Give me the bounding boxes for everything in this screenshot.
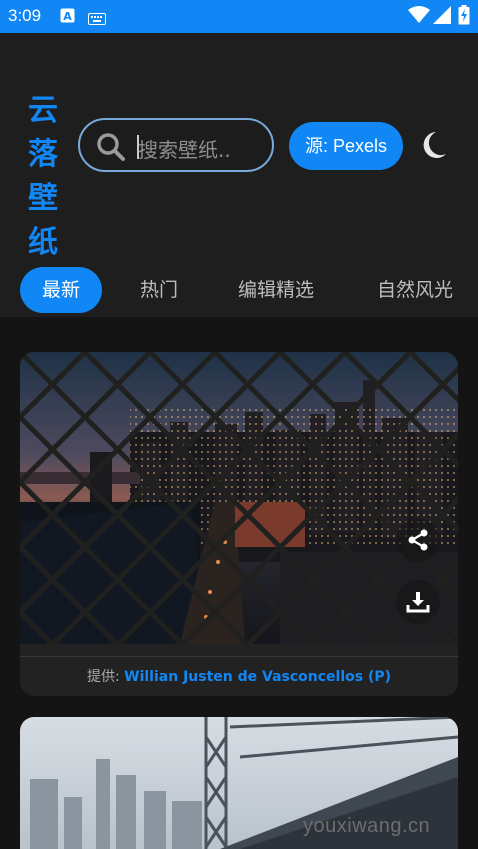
keyboard-icon (88, 10, 106, 29)
tab-latest[interactable]: 最新 (20, 267, 102, 313)
logo-char: 落 (28, 137, 58, 172)
download-button[interactable] (396, 580, 440, 624)
battery-icon (458, 5, 470, 29)
svg-text:A: A (63, 10, 72, 23)
tab-editors-choice[interactable]: 编辑精选 (238, 267, 314, 313)
category-tabs: 最新 热门 编辑精选 自然风光 (0, 259, 478, 317)
tab-popular[interactable]: 热门 (140, 267, 178, 313)
wifi-icon (408, 6, 430, 28)
author-link[interactable]: Willian Justen de Vasconcellos (P) (124, 669, 391, 685)
credit-label: 提供: (86, 669, 125, 685)
watermark-text: youxiwang.cn (303, 815, 431, 837)
photo-credit: 提供: Willian Justen de Vasconcellos (P) (20, 656, 458, 696)
download-icon (406, 592, 430, 613)
wallpaper-card[interactable]: 提供: Willian Justen de Vasconcellos (P) (20, 352, 458, 696)
status-bar: 3:09 A (0, 0, 478, 33)
app-logo: 云 落 壁 纸 (28, 89, 68, 265)
search-input[interactable]: 搜索壁纸.. (78, 118, 274, 172)
wallpaper-image[interactable] (20, 352, 458, 644)
share-icon (408, 529, 428, 551)
signal-icon (433, 6, 451, 28)
share-button[interactable] (396, 518, 440, 562)
search-icon (97, 133, 125, 161)
dark-mode-toggle[interactable] (420, 130, 448, 164)
source-button[interactable]: 源: Pexels (289, 122, 403, 170)
moon-icon (423, 132, 446, 158)
status-time: 3:09 (8, 6, 42, 25)
logo-char: 壁 (28, 181, 58, 216)
font-icon: A (60, 8, 75, 27)
search-placeholder: 搜索壁纸.. (138, 138, 231, 162)
logo-char: 云 (28, 93, 58, 128)
tab-nature[interactable]: 自然风光 (377, 267, 453, 313)
